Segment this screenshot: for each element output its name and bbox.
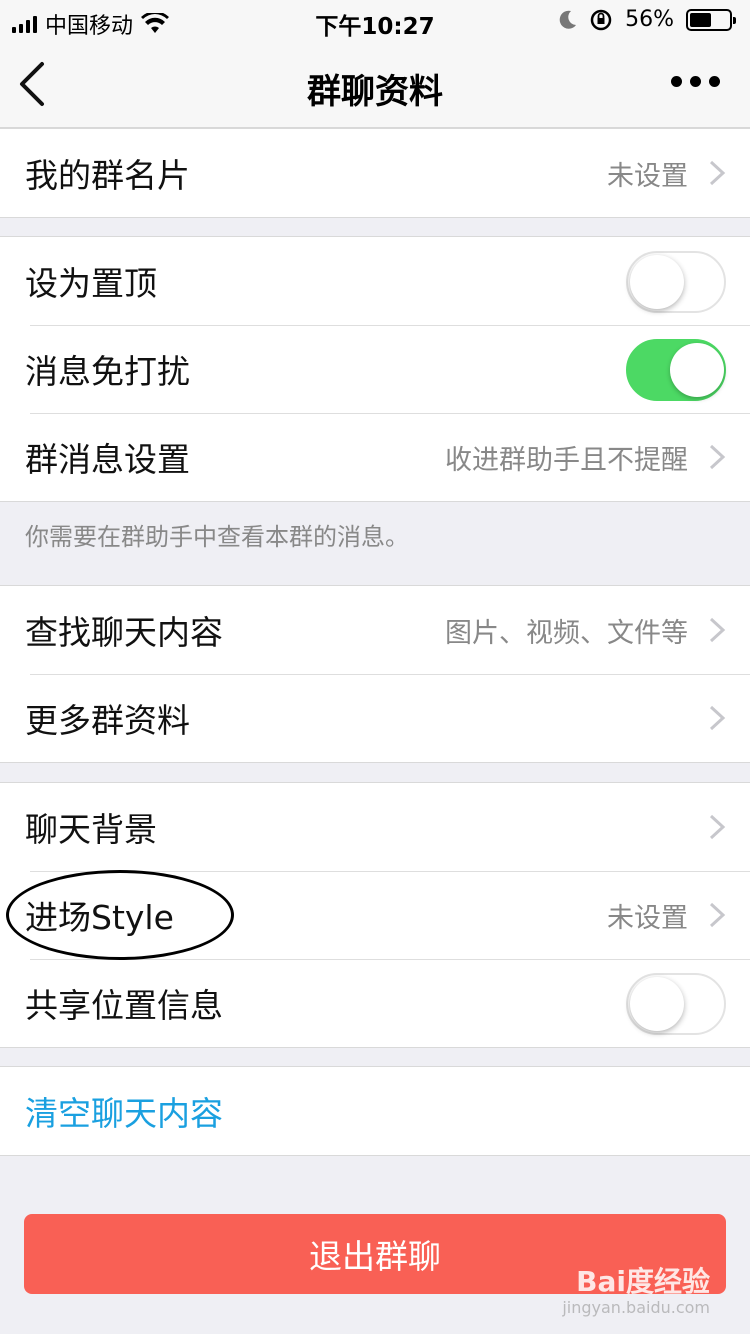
msg-settings-label: 群消息设置: [25, 440, 190, 479]
row-entry-style[interactable]: 进场Style 未设置: [0, 871, 750, 959]
watermark-logo: Bai度经验: [576, 1265, 710, 1298]
msg-settings-value: 收进群助手且不提醒: [445, 444, 688, 476]
search-chat-label: 查找聊天内容: [25, 613, 223, 652]
mute-label: 消息免打扰: [25, 352, 190, 391]
page-title: 群聊资料: [307, 72, 443, 112]
chevron-right-icon: [709, 705, 726, 731]
entry-style-label: 进场Style: [25, 898, 174, 937]
row-clear-chat[interactable]: 清空聊天内容: [0, 1067, 750, 1155]
row-more-group-info[interactable]: 更多群资料: [0, 674, 750, 762]
moon-icon: [559, 10, 577, 29]
search-chat-value: 图片、视频、文件等: [445, 617, 688, 649]
battery-percent: 56%: [625, 7, 674, 32]
orientation-lock-icon: [590, 9, 612, 30]
battery-fill: [690, 12, 712, 27]
share-location-label: 共享位置信息: [25, 986, 223, 1025]
chevron-right-icon: [709, 902, 726, 928]
my-card-value: 未设置: [607, 160, 688, 192]
mute-toggle[interactable]: [626, 339, 726, 401]
my-card-label: 我的群名片: [25, 156, 190, 195]
chat-background-label: 聊天背景: [25, 810, 157, 849]
pin-top-label: 设为置顶: [25, 264, 157, 303]
clear-chat-label: 清空聊天内容: [25, 1094, 223, 1133]
group-appearance: 聊天背景 进场Style 未设置 共享位置信息: [0, 782, 750, 1048]
row-group-message-settings[interactable]: 群消息设置 收进群助手且不提醒: [0, 413, 750, 501]
row-chat-background[interactable]: 聊天背景: [0, 783, 750, 871]
row-search-chat[interactable]: 查找聊天内容 图片、视频、文件等: [0, 586, 750, 674]
nav-bar: 群聊资料: [0, 40, 750, 128]
more-info-label: 更多群资料: [25, 701, 190, 740]
status-right: 56%: [559, 7, 736, 32]
watermark-url: jingyan.baidu.com: [562, 1298, 710, 1317]
row-mute: 消息免打扰: [0, 325, 750, 413]
group-my-card: 我的群名片 未设置: [0, 128, 750, 218]
chevron-right-icon: [709, 814, 726, 840]
battery-icon: [686, 8, 736, 31]
group-chat-settings: 设为置顶 消息免打扰 群消息设置 收进群助手且不提醒: [0, 236, 750, 502]
chevron-right-icon: [709, 160, 726, 186]
row-my-group-card[interactable]: 我的群名片 未设置: [0, 129, 750, 217]
more-icon[interactable]: [671, 76, 720, 87]
status-bar: 中国移动 下午10:27 56%: [0, 0, 750, 40]
entry-style-value: 未设置: [607, 902, 688, 934]
chevron-right-icon: [709, 444, 726, 470]
chevron-right-icon: [709, 617, 726, 643]
pin-top-toggle[interactable]: [626, 251, 726, 313]
group-content: 查找聊天内容 图片、视频、文件等 更多群资料: [0, 585, 750, 763]
row-share-location: 共享位置信息: [0, 959, 750, 1047]
share-location-toggle[interactable]: [626, 973, 726, 1035]
group-clear: 清空聊天内容: [0, 1066, 750, 1156]
row-pin-top: 设为置顶: [0, 237, 750, 325]
group-assistant-note: 你需要在群助手中查看本群的消息。: [25, 523, 409, 551]
